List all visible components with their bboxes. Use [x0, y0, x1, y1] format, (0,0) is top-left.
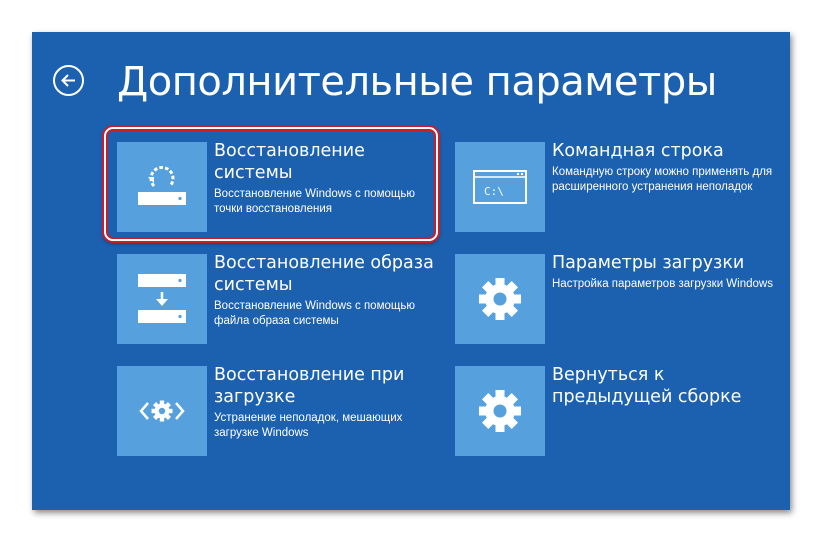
- system-image-recovery-tile: [117, 254, 207, 344]
- startup-settings-tile: [455, 254, 545, 344]
- option-startup-settings[interactable]: Параметры загрузки Настройка параметров …: [455, 253, 775, 346]
- option-system-image-recovery[interactable]: Восстановление образа системы Восстановл…: [117, 253, 437, 346]
- option-startup-repair[interactable]: Восстановление при загрузке Устранение н…: [117, 365, 437, 458]
- system-restore-tile: [117, 142, 207, 232]
- option-system-restore[interactable]: Восстановление системы Восстановление Wi…: [117, 141, 437, 234]
- go-back-tile: [455, 366, 545, 456]
- option-title: Параметры загрузки: [552, 253, 745, 273]
- option-title: Вернуться к предыдущей сборке: [552, 365, 742, 407]
- option-go-back-previous-build[interactable]: Вернуться к предыдущей сборке: [455, 365, 775, 458]
- option-title: Восстановление при загрузке: [214, 365, 405, 407]
- page-title: Дополнительные параметры: [117, 59, 717, 105]
- back-arrow-icon: [61, 74, 75, 87]
- command-prompt-icon-text: C:\: [484, 185, 504, 198]
- option-description: Восстановление Windows с помощью точки в…: [214, 188, 415, 215]
- command-prompt-tile: C:\: [455, 142, 545, 232]
- command-prompt-icon: C:\: [473, 170, 527, 204]
- startup-repair-tile: [117, 366, 207, 456]
- system-restore-icon: [138, 166, 186, 205]
- system-image-recovery-icon: [138, 274, 186, 323]
- gear-icon: [479, 390, 521, 432]
- option-description: Восстановление Windows с помощью файла о…: [214, 300, 415, 327]
- option-title: Командная строка: [552, 141, 724, 161]
- option-description: Командную строку можно применять для рас…: [552, 166, 773, 193]
- option-description: Устранение неполадок, мешающих загрузке …: [214, 412, 403, 439]
- gear-icon: [479, 278, 521, 320]
- back-button[interactable]: [53, 65, 84, 96]
- advanced-options-screen: Дополнительные параметры Восстановление …: [32, 32, 790, 510]
- option-description: Настройка параметров загрузки Windows: [552, 278, 773, 290]
- option-title: Восстановление образа системы: [214, 253, 434, 295]
- startup-repair-icon: [139, 400, 185, 422]
- option-title: Восстановление системы: [214, 141, 365, 183]
- option-command-prompt[interactable]: C:\ Командная строка Командную строку мо…: [455, 141, 775, 234]
